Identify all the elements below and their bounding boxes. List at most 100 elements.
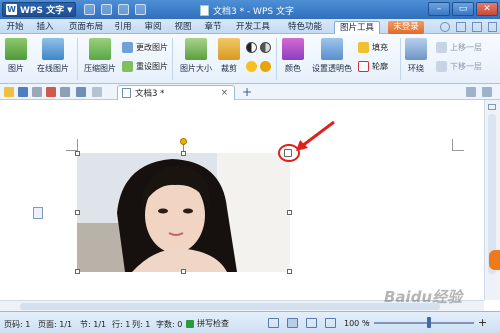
save-icon[interactable]	[84, 4, 95, 15]
print-icon[interactable]	[101, 4, 112, 15]
undo-icon[interactable]	[118, 4, 129, 15]
picture-icon	[5, 38, 27, 60]
tab-references[interactable]: 引用	[112, 21, 134, 34]
color-label: 颜色	[285, 64, 301, 73]
resize-handle-bottom-right[interactable]	[287, 269, 292, 274]
picture-size-button[interactable]: 图片大小	[178, 38, 214, 74]
horizontal-scroll-thumb[interactable]	[20, 303, 440, 310]
fill-label: 填充	[372, 43, 388, 52]
send-backward-button[interactable]: 下移一层	[436, 61, 482, 72]
window-title: 文档3 * - WPS 文字	[200, 4, 294, 17]
ribbon-toolbar: 图片 在线图片 压缩图片 更改图片 重设图片 图片大小 裁剪 颜色 设置透明色	[0, 34, 500, 84]
quick-access-toolbar	[84, 4, 146, 15]
crop-icon	[218, 38, 240, 60]
spell-check-toggle[interactable]: 拼写检查	[186, 318, 229, 329]
resize-handle-bottom[interactable]	[181, 269, 186, 274]
set-transparent-button[interactable]: 设置透明色	[310, 38, 354, 74]
resize-handle-left[interactable]	[75, 210, 80, 215]
print-preview-icon[interactable]	[60, 87, 70, 97]
print-icon[interactable]	[32, 87, 42, 97]
minimize-button[interactable]: –	[428, 2, 450, 16]
fill-button[interactable]: 填充	[358, 42, 388, 53]
close-tab-icon[interactable]: ×	[221, 88, 228, 98]
help-icon[interactable]	[440, 22, 450, 32]
tab-page-layout[interactable]: 页面布局	[66, 21, 106, 34]
zoom-in-button[interactable]: +	[478, 316, 487, 329]
scroll-up-icon[interactable]	[488, 104, 496, 110]
tab-developer[interactable]: 开发工具	[232, 21, 274, 34]
change-picture-icon	[122, 42, 133, 53]
picture-button[interactable]: 图片	[4, 38, 28, 74]
online-picture-button[interactable]: 在线图片	[34, 38, 72, 74]
reset-picture-button[interactable]: 重设图片	[122, 61, 168, 72]
login-button[interactable]: 未登录	[388, 21, 424, 34]
new-tab-button[interactable]: +	[242, 85, 252, 99]
skin-icon[interactable]	[456, 22, 466, 32]
brightness-up-icon[interactable]	[246, 61, 257, 72]
zoom-slider-thumb[interactable]	[427, 317, 431, 328]
resize-handle-right[interactable]	[287, 210, 292, 215]
tab-list-icon[interactable]	[466, 87, 476, 97]
paragraph-layout-icon[interactable]	[33, 207, 43, 219]
window-controls: – ▭ ✕	[428, 2, 498, 16]
resize-handle-top-left[interactable]	[75, 151, 80, 156]
close-button[interactable]: ✕	[476, 2, 498, 16]
outline-view-icon[interactable]	[306, 318, 317, 328]
tab-special-features[interactable]: 特色功能	[284, 21, 326, 34]
outline-button[interactable]: 轮廓	[358, 61, 388, 72]
tab-home[interactable]: 开始	[4, 21, 26, 34]
zoom-slider[interactable]	[374, 322, 474, 324]
document-tab[interactable]: 文档3 * ×	[117, 85, 235, 100]
wrap-button[interactable]: 环绕	[404, 38, 428, 74]
side-panel-tab[interactable]	[489, 250, 500, 270]
wrap-label: 环绕	[408, 64, 424, 73]
save-icon[interactable]	[18, 87, 28, 97]
bring-forward-button[interactable]: 上移一层	[436, 42, 482, 53]
resize-handle-bottom-left[interactable]	[75, 269, 80, 274]
vertical-scrollbar[interactable]	[484, 100, 500, 300]
status-bar: 页码: 1 页面: 1/1 节: 1/1 行: 1 列: 1 字数: 0 拼写检…	[0, 311, 500, 333]
ribbon-separator	[172, 38, 173, 80]
crop-button[interactable]: 裁剪	[218, 38, 240, 74]
settings-icon[interactable]	[472, 22, 482, 32]
bring-forward-label: 上移一层	[450, 43, 482, 52]
export-pdf-icon[interactable]	[46, 87, 56, 97]
maximize-button[interactable]: ▭	[452, 2, 474, 16]
inserted-picture[interactable]	[77, 153, 290, 272]
zoom-out-button[interactable]: –	[365, 317, 370, 328]
picture-size-label: 图片大小	[180, 64, 212, 73]
redo-icon[interactable]	[135, 4, 146, 15]
rotation-handle[interactable]	[180, 138, 187, 145]
contrast-down-icon[interactable]	[260, 42, 271, 53]
collapse-ribbon-icon[interactable]	[488, 22, 497, 32]
open-folder-icon[interactable]	[4, 87, 14, 97]
brightness-down-icon[interactable]	[260, 61, 271, 72]
chevron-down-icon: ▼	[67, 5, 73, 14]
tab-insert[interactable]: 插入	[34, 21, 56, 34]
annotation-arrow	[296, 120, 335, 151]
reset-picture-icon	[122, 61, 133, 72]
redo-icon[interactable]	[92, 87, 102, 97]
tab-view[interactable]: 视图	[172, 21, 194, 34]
document-tab-name: 文档3 *	[135, 89, 165, 99]
resize-handle-top[interactable]	[181, 151, 186, 156]
web-view-icon[interactable]	[325, 318, 336, 328]
restore-icon[interactable]	[482, 87, 492, 97]
wps-logo-icon: W	[6, 4, 17, 15]
margin-corner-mark	[452, 139, 464, 151]
tab-section[interactable]: 章节	[202, 21, 224, 34]
compress-picture-button[interactable]: 压缩图片	[82, 38, 118, 74]
full-screen-icon[interactable]	[268, 318, 279, 328]
app-menu-button[interactable]: W WPS 文字 ▼	[2, 2, 76, 17]
ribbon-tabs: 开始 插入 页面布局 引用 审阅 视图 章节 开发工具 特色功能 图片工具 未登…	[0, 19, 500, 34]
brightness-buttons[interactable]	[246, 61, 271, 72]
tab-picture-tools[interactable]: 图片工具	[334, 21, 380, 34]
tab-review[interactable]: 审阅	[142, 21, 164, 34]
color-button[interactable]: 颜色	[280, 38, 306, 74]
page-view-icon[interactable]	[287, 318, 298, 328]
status-row: 行: 1	[112, 320, 131, 329]
undo-icon[interactable]	[76, 87, 86, 97]
contrast-icon[interactable]	[246, 42, 257, 53]
change-picture-button[interactable]: 更改图片	[122, 42, 168, 53]
contrast-buttons[interactable]	[246, 42, 271, 53]
